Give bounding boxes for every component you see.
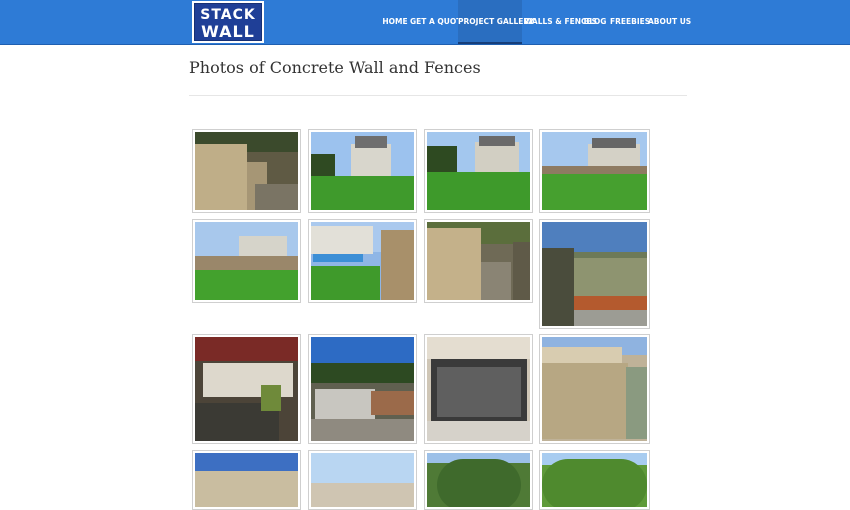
gallery-thumbnail-4[interactable] [539,129,650,213]
photo-house-lawn [427,132,530,210]
photo-wall-path [427,222,530,300]
gallery-thumbnail-2[interactable] [308,129,417,213]
nav-get-a-quote[interactable]: GET A QUOTE [410,0,467,44]
nav-project-gallery[interactable]: PROJECT GALLERY [458,0,534,44]
nav-about-us[interactable]: ABOUT US [648,0,691,44]
gallery-thumbnail-14[interactable] [308,450,417,510]
gallery-thumbnail-12[interactable] [539,334,650,444]
photo-house-fence [542,132,647,210]
photo-lattice-wall [542,337,647,441]
page-title: Photos of Concrete Wall and Fences [189,58,481,77]
gallery-thumbnail-11[interactable] [424,334,533,444]
stackwall-logo[interactable]: STACK WALL [192,1,264,43]
nav-walls-fences[interactable]: WALLS & FENCES [524,0,597,44]
photo-lattice-top [195,453,298,507]
gallery-thumbnail-3[interactable] [424,129,533,213]
gallery-thumbnail-9[interactable] [192,334,301,444]
photo-pool-fence [311,222,414,300]
top-nav-bar: STACK WALL HOME GET A QUOTE PROJECT GALL… [0,0,850,45]
nav-blog[interactable]: BLOG [583,0,607,44]
photo-terrace-steps [311,337,414,441]
photo-fence-sky [311,453,414,507]
photo-tree [427,453,530,507]
photo-house-lawn [311,132,414,210]
title-divider [189,95,687,96]
photo-tree [542,453,647,507]
logo-text-top: STACK [200,7,256,23]
gallery-thumbnail-13[interactable] [192,450,301,510]
photo-patio-wall [195,337,298,441]
gallery-thumbnail-6[interactable] [308,219,417,303]
nav-freebies[interactable]: FREEBIES [610,0,650,44]
gallery-thumbnail-10[interactable] [308,334,417,444]
gallery-thumbnail-8[interactable] [539,219,650,329]
photo-garden-wall [542,222,647,326]
nav-home[interactable]: HOME [380,0,410,44]
photo-iron-gate [427,337,530,441]
photo-retaining-wall [195,132,298,210]
gallery-thumbnail-5[interactable] [192,219,301,303]
photo-house-fence [195,222,298,300]
gallery-thumbnail-16[interactable] [539,450,650,510]
gallery-thumbnail-7[interactable] [424,219,533,303]
gallery-thumbnail-15[interactable] [424,450,533,510]
logo-text-bottom: WALL [201,22,255,41]
gallery-thumbnail-1[interactable] [192,129,301,213]
